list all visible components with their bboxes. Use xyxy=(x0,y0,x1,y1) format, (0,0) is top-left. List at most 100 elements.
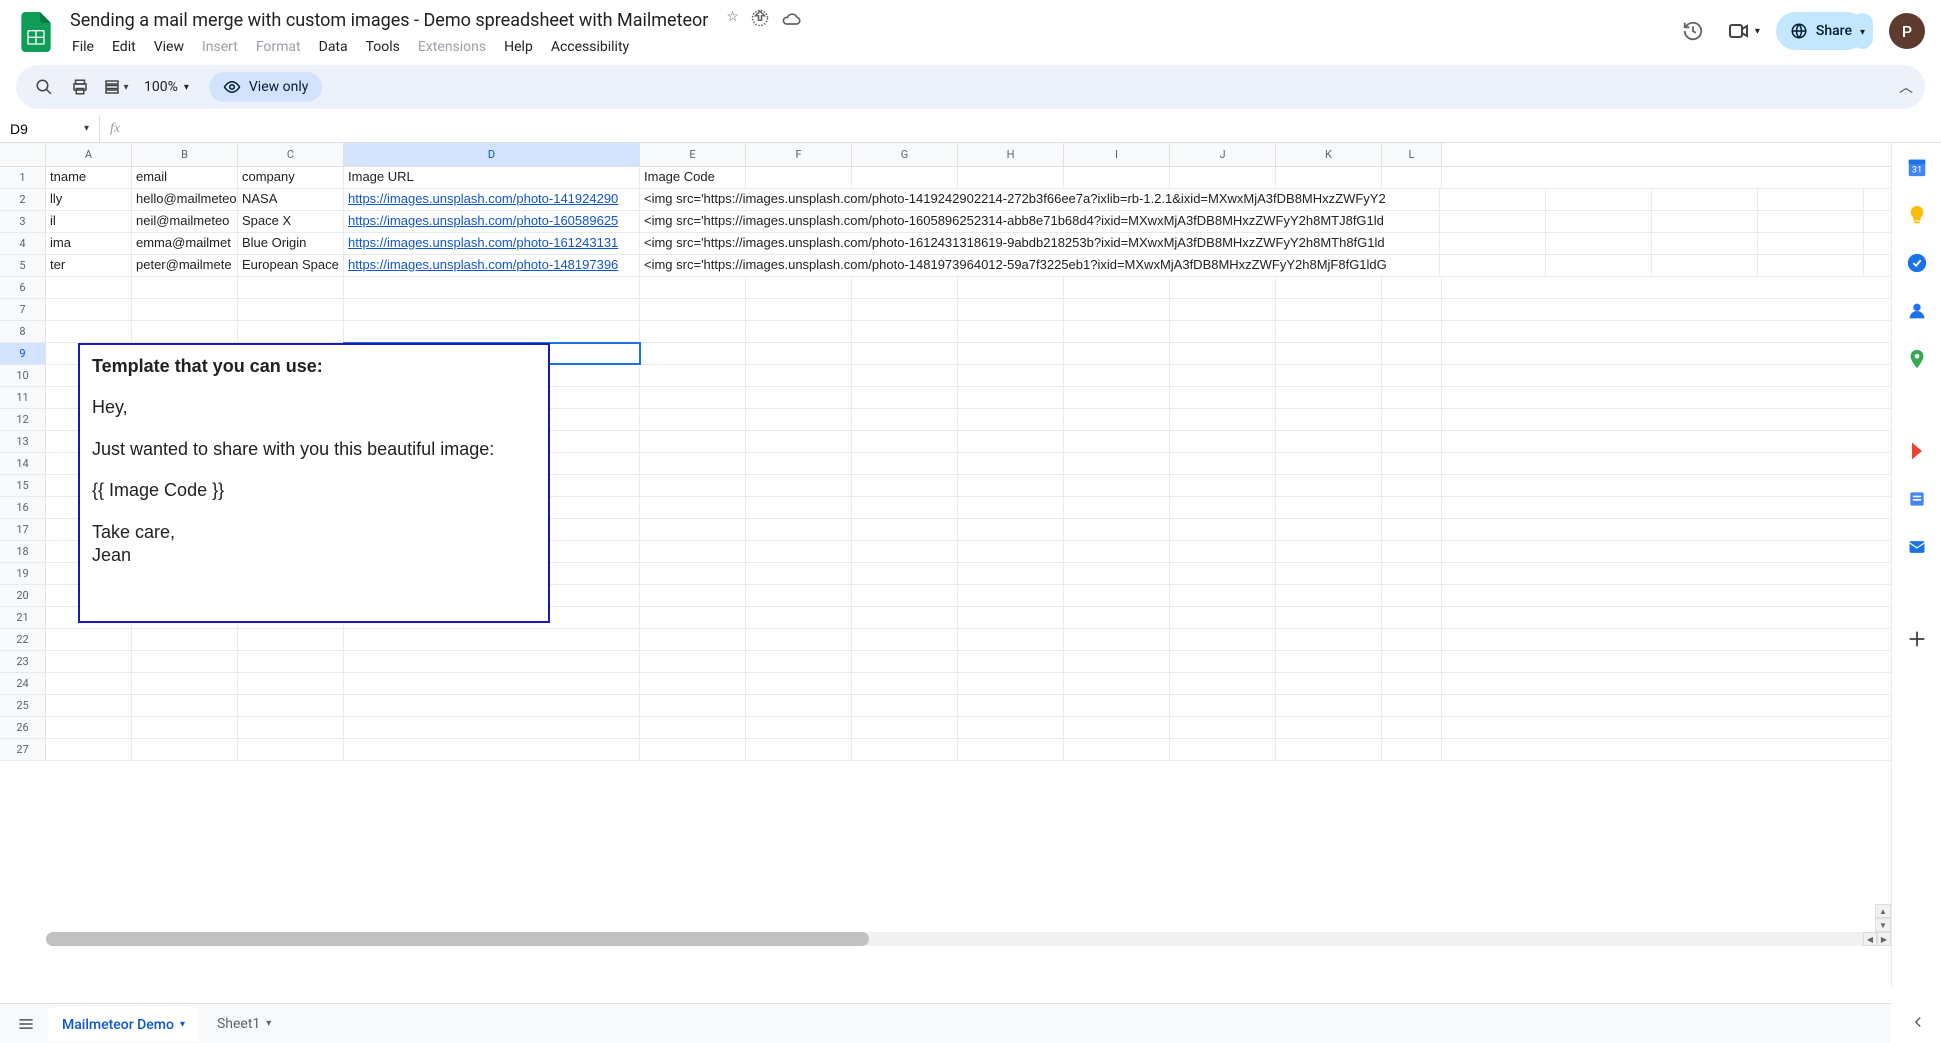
cell[interactable] xyxy=(1170,563,1276,584)
cell[interactable]: Space X xyxy=(238,211,344,232)
cell[interactable] xyxy=(238,695,344,716)
sheet-tab-dropdown-icon[interactable]: ▾ xyxy=(266,1018,271,1029)
cell[interactable] xyxy=(746,387,852,408)
menu-format[interactable]: Format xyxy=(248,35,309,59)
cell[interactable] xyxy=(1382,541,1442,562)
cell[interactable] xyxy=(640,321,746,342)
cell[interactable] xyxy=(1064,453,1170,474)
row-header[interactable]: 26 xyxy=(0,717,46,738)
cell[interactable] xyxy=(1064,563,1170,584)
row-header[interactable]: 9 xyxy=(0,343,46,364)
cell[interactable] xyxy=(1170,497,1276,518)
cell[interactable] xyxy=(1170,673,1276,694)
col-header-J[interactable]: J xyxy=(1170,143,1276,166)
cell[interactable] xyxy=(640,541,746,562)
cell[interactable] xyxy=(1170,409,1276,430)
contacts-icon[interactable] xyxy=(1905,299,1929,323)
cell[interactable] xyxy=(1276,695,1382,716)
cell[interactable] xyxy=(46,695,132,716)
cell[interactable] xyxy=(1276,497,1382,518)
cell[interactable]: peter@mailmete xyxy=(132,255,238,276)
cell[interactable] xyxy=(852,497,958,518)
cell[interactable] xyxy=(852,365,958,386)
cell[interactable] xyxy=(1276,387,1382,408)
cell[interactable] xyxy=(958,673,1064,694)
cell[interactable] xyxy=(1064,321,1170,342)
cell[interactable] xyxy=(1276,475,1382,496)
cell[interactable] xyxy=(1382,387,1442,408)
cell[interactable] xyxy=(1064,651,1170,672)
cell[interactable] xyxy=(640,695,746,716)
cell[interactable] xyxy=(46,739,132,760)
cell[interactable] xyxy=(1382,519,1442,540)
cell[interactable] xyxy=(640,585,746,606)
row-header[interactable]: 15 xyxy=(0,475,46,496)
cell[interactable] xyxy=(1652,211,1758,232)
cell[interactable] xyxy=(746,431,852,452)
row-header[interactable]: 11 xyxy=(0,387,46,408)
sheet-tab-sheet1[interactable]: Sheet1▾ xyxy=(203,1008,285,1040)
cell[interactable] xyxy=(1276,365,1382,386)
cell[interactable] xyxy=(1652,255,1758,276)
cell[interactable] xyxy=(640,629,746,650)
addon-icon[interactable] xyxy=(1905,439,1929,463)
cell[interactable] xyxy=(1064,387,1170,408)
cell[interactable] xyxy=(238,321,344,342)
cell[interactable] xyxy=(852,717,958,738)
account-avatar[interactable]: P xyxy=(1889,13,1925,49)
menu-extensions[interactable]: Extensions xyxy=(410,35,494,59)
cell[interactable] xyxy=(746,497,852,518)
cell[interactable]: Image URL xyxy=(344,167,640,188)
cell[interactable] xyxy=(46,651,132,672)
cell[interactable] xyxy=(746,629,852,650)
sheets-logo[interactable] xyxy=(16,12,56,52)
cell[interactable] xyxy=(746,475,852,496)
row-header[interactable]: 19 xyxy=(0,563,46,584)
cell[interactable] xyxy=(1170,453,1276,474)
cell[interactable] xyxy=(958,541,1064,562)
name-box-dropdown-icon[interactable]: ▾ xyxy=(84,123,89,134)
cell[interactable] xyxy=(344,717,640,738)
cell[interactable] xyxy=(852,541,958,562)
cell[interactable] xyxy=(852,739,958,760)
addon2-icon[interactable] xyxy=(1905,487,1929,511)
cell[interactable] xyxy=(1276,541,1382,562)
meet-button[interactable]: ▾ xyxy=(1727,19,1760,43)
cell[interactable] xyxy=(1064,343,1170,364)
col-header-H[interactable]: H xyxy=(958,143,1064,166)
cell[interactable] xyxy=(1758,189,1864,210)
cell[interactable] xyxy=(238,739,344,760)
cell[interactable]: https://images.unsplash.com/photo-141924… xyxy=(344,189,640,210)
cell[interactable] xyxy=(640,651,746,672)
addon3-icon[interactable] xyxy=(1905,535,1929,559)
cell[interactable] xyxy=(238,277,344,298)
cell[interactable] xyxy=(132,651,238,672)
cell[interactable]: tname xyxy=(46,167,132,188)
show-side-panel-icon[interactable] xyxy=(1909,1013,1927,1035)
cell[interactable] xyxy=(1382,277,1442,298)
cell[interactable] xyxy=(132,673,238,694)
cell[interactable] xyxy=(1170,585,1276,606)
col-header-G[interactable]: G xyxy=(852,143,958,166)
cell[interactable] xyxy=(1758,211,1864,232)
cloud-status-icon[interactable] xyxy=(781,9,801,33)
row-header[interactable]: 3 xyxy=(0,211,46,232)
cell[interactable] xyxy=(640,453,746,474)
cell[interactable] xyxy=(852,585,958,606)
cell[interactable] xyxy=(1382,475,1442,496)
cell[interactable] xyxy=(1440,189,1546,210)
row-header[interactable]: 8 xyxy=(0,321,46,342)
cell[interactable] xyxy=(852,519,958,540)
select-all-corner[interactable] xyxy=(0,143,46,166)
row-header[interactable]: 27 xyxy=(0,739,46,760)
cell[interactable]: lly xyxy=(46,189,132,210)
cell[interactable] xyxy=(132,739,238,760)
cell[interactable] xyxy=(958,387,1064,408)
cell[interactable] xyxy=(958,519,1064,540)
cell[interactable] xyxy=(238,717,344,738)
cell[interactable] xyxy=(852,629,958,650)
cell[interactable] xyxy=(746,585,852,606)
row-header[interactable]: 10 xyxy=(0,365,46,386)
cell[interactable] xyxy=(1276,563,1382,584)
cell[interactable] xyxy=(1382,343,1442,364)
